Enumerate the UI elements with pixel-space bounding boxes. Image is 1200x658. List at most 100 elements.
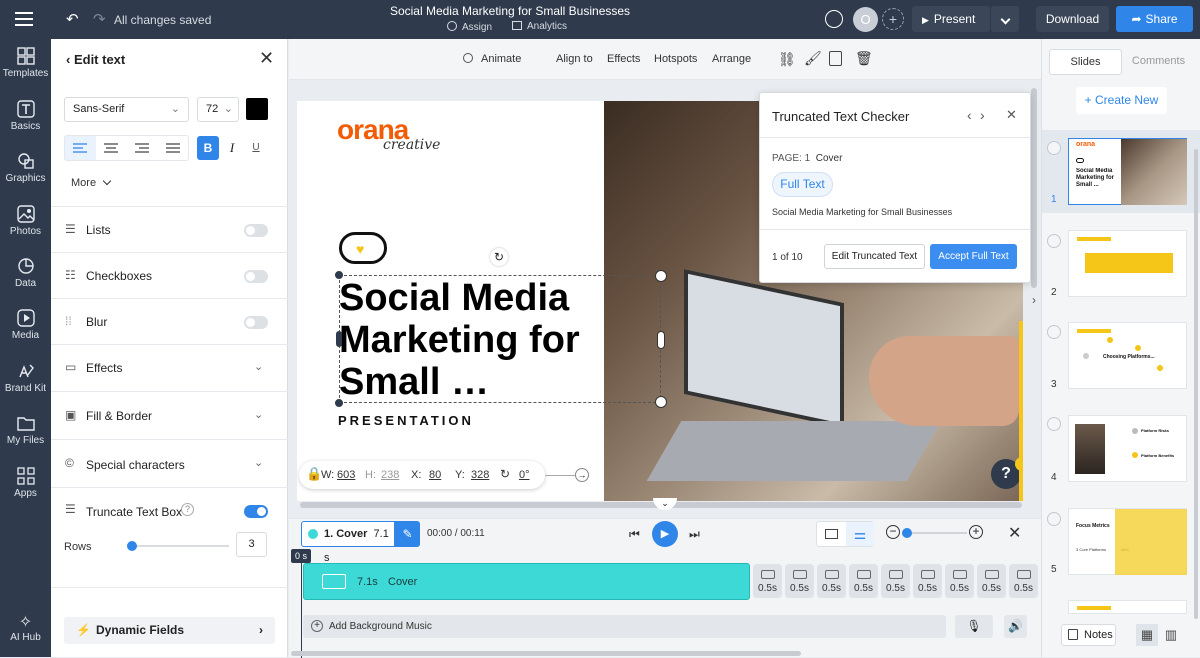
effects-row[interactable]: ▭ Effects ⌄ bbox=[51, 345, 288, 392]
present-options-button[interactable] bbox=[991, 6, 1019, 32]
transition-segment[interactable]: 0.5s bbox=[817, 564, 846, 598]
transition-segment[interactable]: 0.5s bbox=[881, 564, 910, 598]
blur-toggle[interactable] bbox=[244, 316, 268, 329]
microphone-button[interactable]: 🎙 bbox=[955, 615, 993, 638]
transition-segment[interactable]: 0.5s bbox=[1009, 564, 1038, 598]
scene-chip[interactable]: 1. Cover 7.1 s bbox=[301, 521, 395, 564]
y-input[interactable]: 328 bbox=[471, 469, 489, 481]
bold-button[interactable]: B bbox=[197, 136, 219, 160]
rotation-input[interactable]: 0° bbox=[519, 469, 530, 481]
edit-truncated-text-button[interactable]: Edit Truncated Text bbox=[824, 244, 925, 269]
text-color-swatch[interactable] bbox=[246, 98, 268, 120]
tab-slides[interactable]: Slides bbox=[1049, 49, 1122, 75]
timeline-scrollbar[interactable] bbox=[291, 651, 801, 656]
volume-button[interactable]: 🔊 bbox=[1004, 615, 1027, 638]
document-title[interactable]: Social Media Marketing for Small Busines… bbox=[360, 4, 660, 18]
font-family-select[interactable]: Sans-Serif ⌄ bbox=[64, 97, 189, 122]
rotation-slider[interactable] bbox=[545, 475, 575, 476]
checkboxes-toggle[interactable] bbox=[244, 270, 268, 283]
accept-full-text-button[interactable]: Accept Full Text bbox=[930, 244, 1017, 269]
close-icon[interactable]: ✕ bbox=[1006, 107, 1017, 123]
special-characters-row[interactable]: © Special characters ⌄ bbox=[51, 440, 288, 488]
nav-my-files[interactable]: My Files bbox=[0, 414, 51, 446]
main-clip[interactable]: 7.1s Cover bbox=[303, 563, 750, 600]
slide-thumbnail-3[interactable]: Choosing Platforms... bbox=[1068, 322, 1187, 389]
slide-thumbnail-4[interactable]: Platform Risks Platform Benefits bbox=[1068, 415, 1187, 482]
side-handle[interactable] bbox=[657, 331, 665, 349]
align-justify-button[interactable] bbox=[158, 136, 189, 160]
panel-scrollbar[interactable] bbox=[1194, 149, 1198, 619]
comment-icon[interactable] bbox=[825, 10, 843, 28]
italic-button[interactable]: I bbox=[221, 136, 243, 160]
close-timeline-icon[interactable]: ✕ bbox=[1008, 523, 1021, 543]
align-left-button[interactable] bbox=[65, 136, 96, 160]
align-to-button[interactable]: Align to bbox=[556, 53, 593, 65]
zoom-out-icon[interactable]: − bbox=[886, 525, 900, 539]
slide-view-icon[interactable] bbox=[825, 529, 838, 539]
resize-handle[interactable] bbox=[334, 270, 344, 280]
nav-ai-hub[interactable]: ✧ AI Hub bbox=[0, 614, 51, 643]
align-right-button[interactable] bbox=[127, 136, 158, 160]
resize-handle[interactable] bbox=[334, 398, 344, 408]
avatar[interactable]: O bbox=[853, 7, 878, 32]
present-button[interactable]: ▶ Present bbox=[912, 6, 990, 32]
slide-thumbnail-2[interactable] bbox=[1068, 230, 1187, 297]
zoom-in-icon[interactable]: + bbox=[969, 525, 983, 539]
create-new-button[interactable]: + Create New bbox=[1076, 87, 1167, 114]
edit-scene-button[interactable]: ✎ bbox=[395, 521, 420, 547]
font-size-select[interactable]: 72 ⌄ bbox=[197, 97, 239, 122]
add-music-bar[interactable]: + Add Background Music bbox=[303, 615, 946, 638]
zoom-slider-handle[interactable] bbox=[902, 528, 912, 538]
expand-panel-icon[interactable]: › bbox=[1032, 293, 1036, 307]
rows-slider[interactable] bbox=[127, 541, 229, 551]
trash-icon[interactable]: 🗑 bbox=[855, 50, 873, 67]
rotation-slider-end[interactable]: → bbox=[575, 468, 589, 482]
redo-icon[interactable]: ↷ bbox=[93, 10, 106, 28]
notes-button[interactable]: Notes bbox=[1061, 624, 1116, 646]
subtitle-text[interactable]: PRESENTATION bbox=[338, 413, 474, 428]
grid-view-icon[interactable]: ▦ bbox=[1136, 624, 1158, 646]
nav-apps[interactable]: Apps bbox=[0, 467, 51, 499]
width-input[interactable]: 603 bbox=[337, 469, 355, 481]
link-icon[interactable]: ⛓ bbox=[778, 51, 796, 68]
nav-data[interactable]: Data bbox=[0, 257, 51, 289]
undo-icon[interactable]: ↶ bbox=[66, 10, 79, 28]
next-icon[interactable]: › bbox=[980, 107, 985, 123]
blur-row[interactable]: ⁞⁞ Blur bbox=[51, 299, 288, 345]
nav-graphics[interactable]: Graphics bbox=[0, 152, 51, 184]
add-collaborator-icon[interactable]: + bbox=[882, 8, 904, 30]
lists-row[interactable]: ☰ Lists bbox=[51, 207, 288, 253]
x-input[interactable]: 80 bbox=[429, 469, 441, 481]
transition-segment[interactable]: 0.5s bbox=[945, 564, 974, 598]
slide-options-icon[interactable] bbox=[1047, 512, 1061, 526]
more-button[interactable]: More bbox=[71, 176, 112, 189]
resize-handle[interactable] bbox=[655, 396, 667, 408]
nav-media[interactable]: Media bbox=[0, 309, 51, 341]
transition-segment[interactable]: 0.5s bbox=[849, 564, 878, 598]
align-center-button[interactable] bbox=[96, 136, 127, 160]
download-button[interactable]: Download bbox=[1036, 6, 1109, 32]
hotspots-button[interactable]: Hotspots bbox=[654, 53, 697, 65]
timeline-view-icon[interactable]: ⚌ bbox=[846, 522, 874, 546]
skip-forward-icon[interactable]: ⏭ bbox=[689, 527, 700, 542]
slide-thumbnail-6[interactable] bbox=[1068, 600, 1187, 614]
lists-toggle[interactable] bbox=[244, 224, 268, 237]
checkboxes-row[interactable]: ☷ Checkboxes bbox=[51, 253, 288, 299]
truncate-toggle[interactable] bbox=[244, 505, 268, 518]
tab-comments[interactable]: Comments bbox=[1122, 49, 1195, 75]
style-brush-icon[interactable]: 🖌 bbox=[804, 50, 822, 67]
zoom-slider[interactable] bbox=[902, 528, 967, 538]
transition-segment[interactable]: 0.5s bbox=[977, 564, 1006, 598]
nav-basics[interactable]: Basics bbox=[0, 100, 51, 132]
dynamic-fields-button[interactable]: ⚡ Dynamic Fields › bbox=[64, 617, 275, 644]
rotate-handle-icon[interactable]: ↻ bbox=[490, 248, 508, 266]
close-icon[interactable]: ✕ bbox=[259, 48, 274, 69]
canvas-vertical-scrollbar[interactable] bbox=[1031, 88, 1037, 288]
resize-handle[interactable] bbox=[655, 270, 667, 282]
nav-templates[interactable]: Templates bbox=[0, 47, 51, 79]
duplicate-icon[interactable] bbox=[829, 51, 842, 66]
prev-icon[interactable]: ‹ bbox=[967, 107, 972, 123]
slide-thumbnail-1[interactable]: orana Social Media Marketing for Small .… bbox=[1068, 138, 1187, 205]
skip-back-icon[interactable]: ⏮ bbox=[629, 527, 640, 542]
slide-options-icon[interactable] bbox=[1047, 234, 1061, 248]
